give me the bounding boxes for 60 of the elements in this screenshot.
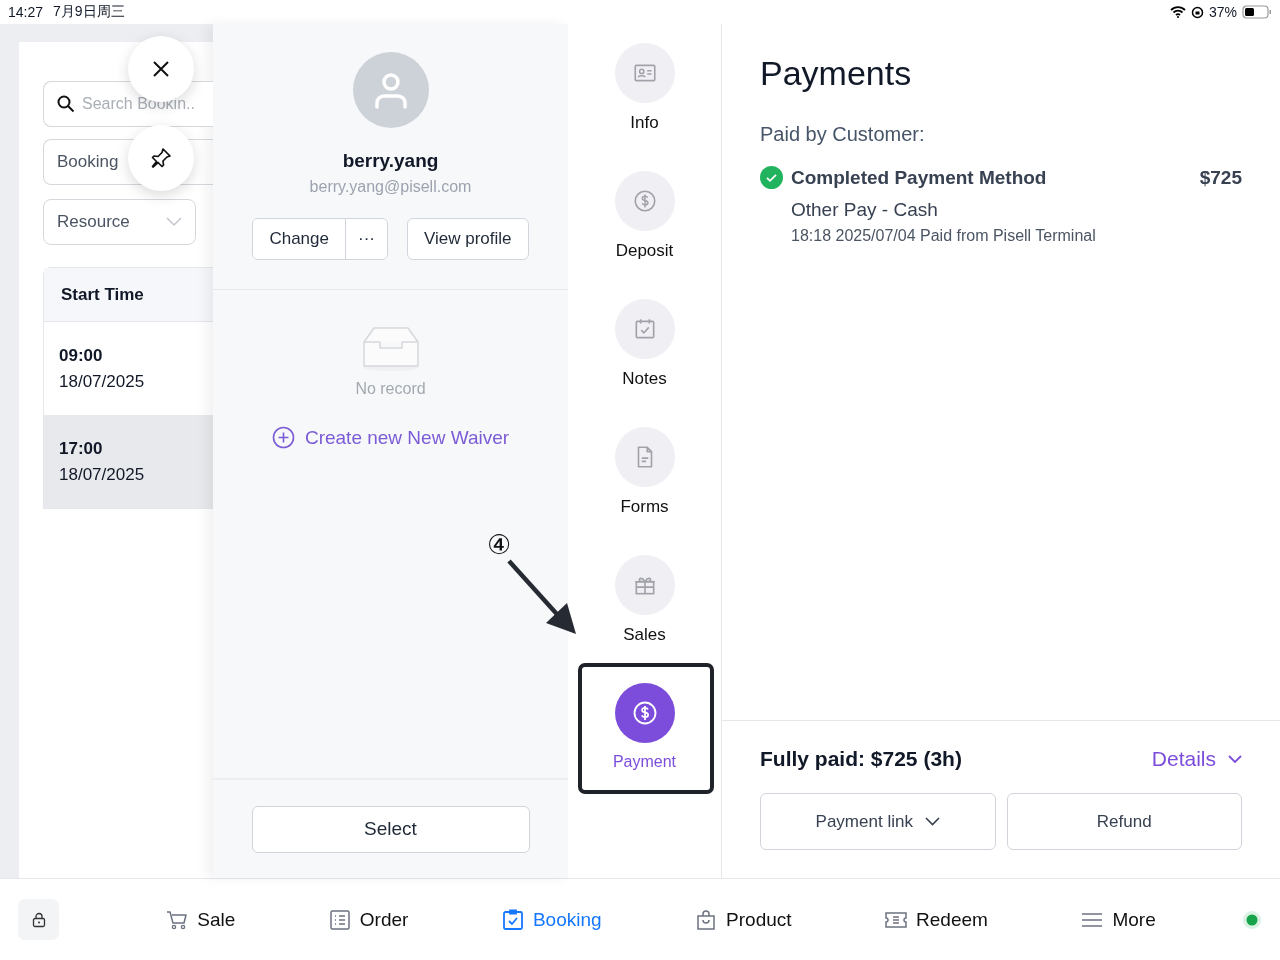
side-nav-item[interactable]: Info (568, 43, 721, 171)
payment-summary: Fully paid: $725 (3h) (760, 747, 962, 771)
battery-icon (1242, 5, 1272, 19)
pin-icon (149, 146, 173, 170)
create-waiver-link[interactable]: Create new New Waiver (271, 426, 510, 449)
column-header: Start Time (44, 268, 213, 322)
booking-row[interactable]: 17:00 18/07/2025 (44, 415, 213, 508)
step-marker: ④ (487, 530, 512, 560)
list-icon (327, 907, 352, 932)
more-button[interactable]: ··· (345, 219, 387, 259)
status-date: 7月9日周三 (53, 3, 125, 21)
battery-percent: 37% (1208, 4, 1237, 20)
payments-title: Payments (760, 54, 913, 93)
payment-method: Other Pay - Cash (791, 199, 939, 221)
booking-time: 17:00 (59, 438, 104, 459)
bottom-nav-item[interactable]: More (1080, 907, 1156, 932)
side-nav-item[interactable]: Sales (568, 555, 721, 683)
online-status-icon (1242, 909, 1262, 930)
booking-date: 18/07/2025 (59, 464, 146, 485)
close-icon (152, 60, 170, 78)
bottom-nav-item[interactable]: Product (694, 907, 792, 932)
side-nav-item[interactable]: Forms (568, 427, 721, 555)
lock-icon (30, 911, 47, 928)
empty-state-text: No record (355, 380, 426, 398)
bottom-nav-item[interactable]: Redeem (884, 907, 988, 932)
bottom-nav-item[interactable]: Order (327, 907, 409, 932)
payment-link-button[interactable]: Payment link (760, 793, 996, 850)
lock-button[interactable] (18, 899, 59, 940)
plus-circle-icon (271, 426, 295, 449)
refund-button[interactable]: Refund (1006, 793, 1242, 850)
resource-select[interactable]: Resource (43, 199, 196, 245)
booking-row[interactable]: 09:00 18/07/2025 (44, 322, 213, 415)
paid-by-heading: Paid by Customer: (760, 123, 926, 146)
details-link[interactable]: Details (1151, 747, 1242, 771)
user-icon (373, 71, 408, 109)
chevron-down-icon (1228, 754, 1242, 764)
side-nav-item[interactable]: Deposit (568, 171, 721, 299)
check-circle-icon (760, 166, 783, 189)
clipboard-check-icon (500, 907, 525, 932)
status-time: 14:27 (8, 4, 44, 20)
payment-method-title: Completed Payment Method (791, 166, 1048, 189)
booking-date: 18/07/2025 (59, 371, 146, 392)
rotation-lock-icon (1190, 5, 1204, 19)
view-profile-button[interactable]: View profile (407, 218, 529, 260)
search-icon (57, 95, 75, 113)
select-button[interactable]: Select (251, 805, 530, 853)
payment-detail: 18:18 2025/07/04 Paid from Pisell Terminal (791, 227, 1097, 245)
booking-time: 09:00 (59, 345, 104, 366)
empty-inbox-icon (361, 326, 420, 372)
bottom-nav-item[interactable]: Sale (165, 907, 236, 932)
wifi-icon (1169, 6, 1186, 18)
payment-amount: $725 (1199, 166, 1242, 189)
side-nav-item[interactable]: Notes (568, 299, 721, 427)
side-nav-item[interactable]: Payment (568, 683, 721, 811)
dollar-icon (631, 188, 658, 214)
chevron-down-icon (166, 217, 182, 227)
customer-name: berry.yang (342, 150, 439, 172)
chevron-down-icon (924, 817, 940, 826)
customer-email: berry.yang@pisell.com (309, 178, 472, 196)
bottom-nav-item[interactable]: Booking (500, 907, 602, 932)
